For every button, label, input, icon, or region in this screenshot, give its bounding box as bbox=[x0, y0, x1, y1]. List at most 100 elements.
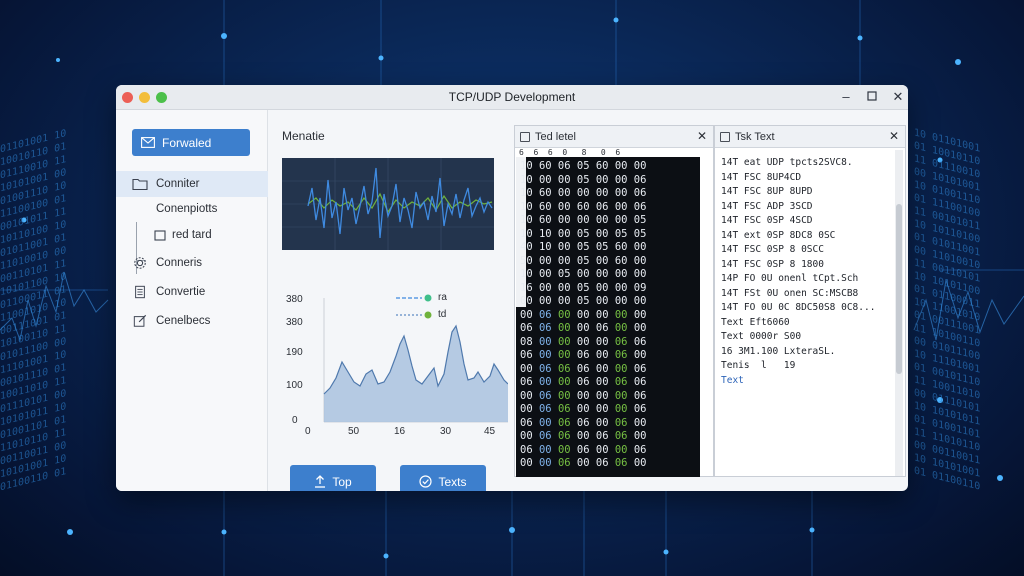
hex-row: 10 60 06 05 60 00 00 bbox=[520, 160, 647, 172]
hex-row: 10 60 00 00 00 00 05 bbox=[520, 214, 647, 226]
hex-cell: 06 bbox=[576, 349, 596, 361]
hex-cell: 06 bbox=[520, 322, 539, 334]
hex-cell: 06 bbox=[576, 362, 596, 375]
close-icon[interactable]: ✕ bbox=[890, 89, 906, 105]
hex-row: 00 00 06 00 06 06 00 bbox=[520, 457, 646, 471]
text-line: 14T FSC ADP 3SCD bbox=[721, 200, 813, 212]
maximize-icon[interactable] bbox=[864, 89, 880, 105]
background-code-left: 01101001 10 10010110 01 01110010 11 1010… bbox=[0, 127, 67, 494]
scrollbar[interactable] bbox=[895, 150, 903, 476]
hex-row: 00 00 00 05 00 00 00 bbox=[520, 295, 647, 307]
hex-cell: 00 bbox=[614, 389, 634, 402]
top-button[interactable]: Top bbox=[290, 465, 376, 491]
sidebar-item-conniter[interactable]: Conniter bbox=[116, 171, 268, 197]
hex-cell: 06 bbox=[633, 389, 647, 402]
text-line: 14T FSC 8UP4CD bbox=[721, 171, 802, 183]
hex-cell: 00 bbox=[633, 322, 647, 334]
main-pane: Menatie 180 160 60 ra bbox=[268, 110, 514, 491]
hex-cell: 00 bbox=[520, 403, 539, 415]
sidebar-item-conenpiotts[interactable]: Conenpiotts bbox=[116, 196, 268, 222]
hex-cell: 00 bbox=[520, 389, 539, 402]
sidebar-item-label: Conenpiotts bbox=[156, 203, 218, 215]
scroll-thumb[interactable] bbox=[896, 204, 902, 374]
hex-cell: 06 bbox=[557, 430, 577, 442]
area-chart-x-label: 16 bbox=[394, 426, 406, 437]
minimize-icon[interactable]: – bbox=[838, 89, 854, 105]
hex-cell: 06 bbox=[614, 335, 634, 348]
text-line: 14T FSC 8UP 8UPD bbox=[721, 186, 813, 197]
sidebar-item-label: Cenelbecs bbox=[156, 315, 211, 327]
area-chart-x-label: 30 bbox=[440, 426, 452, 437]
sidebar-item-red-tard[interactable]: red tard bbox=[116, 222, 268, 248]
hex-row: 00 06 06 00 00 00 06 bbox=[520, 403, 646, 417]
sidebar-item-convertie[interactable]: Convertie bbox=[116, 279, 268, 305]
hex-row: 00 06 06 00 06 06 00 bbox=[520, 430, 646, 444]
title-bar: TCP/UDP Development – ✕ bbox=[116, 85, 908, 110]
hex-row: 10 00 00 05 00 00 06 bbox=[520, 173, 647, 186]
hex-row: 06 06 00 00 06 00 00 bbox=[520, 322, 646, 336]
hex-cell: 06 bbox=[557, 416, 577, 429]
hex-cell: 00 bbox=[538, 416, 558, 429]
text-line: Text bbox=[721, 374, 744, 386]
hex-row: 10 60 00 00 00 00 06 bbox=[520, 187, 647, 199]
background-code-right: 10 01101001 01 10010110 11 01110010 00 1… bbox=[914, 127, 981, 493]
tab-ted-letel[interactable]: Ted letel ✕ bbox=[515, 126, 713, 148]
close-tab-icon[interactable]: ✕ bbox=[697, 129, 707, 143]
hex-cell: 06 bbox=[520, 349, 539, 361]
close-tab-icon[interactable]: ✕ bbox=[889, 129, 899, 143]
hex-cell: 06 bbox=[538, 389, 558, 402]
sidebar-item-label: Conniter bbox=[156, 178, 200, 190]
area-chart bbox=[323, 298, 508, 423]
hex-cell: 00 bbox=[595, 335, 615, 348]
hex-cell: 00 bbox=[614, 308, 634, 321]
texts-button[interactable]: Texts bbox=[400, 465, 486, 491]
folder-icon bbox=[132, 178, 148, 191]
hex-cell: 00 bbox=[557, 443, 577, 456]
hex-cell: 06 bbox=[633, 443, 647, 456]
hex-row: 06 00 00 06 00 06 00 bbox=[520, 349, 646, 363]
hex-cell: 06 bbox=[633, 335, 647, 348]
forward-button[interactable]: Forwaled bbox=[132, 129, 250, 156]
area-chart-x-label: 45 bbox=[484, 426, 496, 437]
waveform-chart bbox=[282, 158, 494, 250]
sidebar-item-label: Conneris bbox=[156, 257, 203, 269]
hex-cell: 00 bbox=[538, 335, 558, 348]
tab-tsk-text[interactable]: Tsk Text ✕ bbox=[715, 126, 905, 148]
sidebar-item-label: red tard bbox=[172, 229, 212, 241]
hex-cell: 00 bbox=[633, 416, 647, 429]
hex-cell: 06 bbox=[557, 457, 577, 469]
hex-cell: 06 bbox=[520, 416, 539, 429]
area-chart-x-label: 0 bbox=[305, 426, 311, 437]
sidebar-item-conneris[interactable]: Conneris bbox=[116, 250, 268, 276]
check-circle-icon bbox=[419, 475, 433, 488]
text-panel: Tsk Text ✕ 14T eat UDP tpcts2SVC8. 14T FS… bbox=[714, 125, 906, 477]
hex-cell: 00 bbox=[538, 457, 558, 469]
tab-label: Ted letel bbox=[535, 130, 576, 143]
text-list: 14T eat UDP tpcts2SVC8. 14T FSC 8UP4CD 14T… bbox=[721, 156, 875, 388]
hex-cell: 00 bbox=[633, 457, 647, 469]
text-line: 14T FSC 0SP 8 0SCC bbox=[721, 244, 824, 255]
hex-cell: 06 bbox=[633, 362, 647, 375]
hex-row: 16 00 00 05 00 00 09 bbox=[520, 281, 647, 294]
hex-cell: 06 bbox=[576, 416, 596, 429]
hex-cell: 00 bbox=[557, 389, 577, 402]
app-window: TCP/UDP Development – ✕ Forwaled Connite… bbox=[116, 85, 908, 491]
hex-cell: 06 bbox=[633, 376, 647, 388]
area-series bbox=[324, 326, 508, 422]
hex-cell: 00 bbox=[633, 349, 647, 361]
hex-cell: 00 bbox=[520, 308, 539, 321]
hex-cell: 00 bbox=[520, 457, 539, 469]
hex-cell: 00 bbox=[595, 389, 615, 402]
hex-cell: 00 bbox=[538, 376, 558, 388]
hex-view[interactable]: 10 60 06 05 60 00 00 10 00 00 05 00 00 06… bbox=[516, 157, 700, 477]
hex-cell: 06 bbox=[595, 322, 615, 334]
tab-icon bbox=[720, 131, 730, 142]
hex-cell: 06 bbox=[595, 430, 615, 442]
hex-cell: 06 bbox=[614, 457, 634, 469]
edit-icon bbox=[133, 314, 147, 327]
area-chart-y-label: 380 bbox=[286, 294, 303, 305]
hex-cell: 06 bbox=[557, 403, 577, 415]
sidebar-item-cenelbecs[interactable]: Cenelbecs bbox=[116, 308, 268, 334]
area-chart-y-label: 190 bbox=[286, 347, 303, 358]
area-chart-x-label: 50 bbox=[348, 426, 360, 437]
